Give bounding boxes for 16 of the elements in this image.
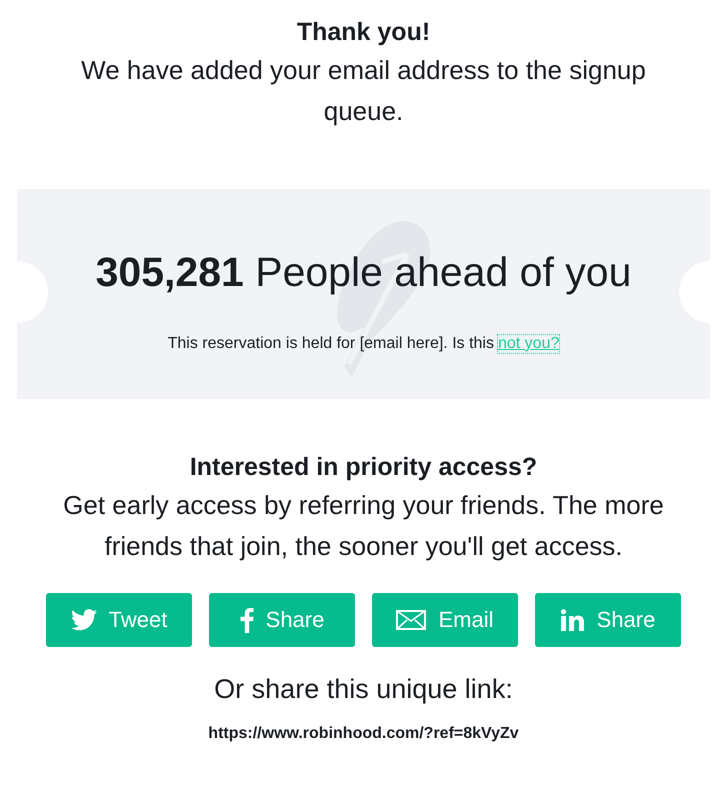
email-button[interactable]: Email bbox=[372, 593, 518, 647]
priority-title: Interested in priority access? bbox=[190, 452, 538, 483]
share-link-label: Or share this unique link: bbox=[214, 673, 513, 706]
confirmation-message: We have added your email address to the signup queue. bbox=[80, 54, 647, 128]
linkedin-icon bbox=[560, 609, 585, 631]
reservation-text: This reservation is held for [email here]. Is this bbox=[168, 335, 494, 353]
facebook-icon bbox=[240, 607, 254, 633]
envelope-icon bbox=[396, 610, 426, 630]
not-you-link[interactable]: not you? bbox=[498, 335, 560, 353]
share-button[interactable]: Tweet bbox=[46, 593, 192, 647]
bird-icon bbox=[70, 609, 97, 631]
queue-heading: 305,281 People ahead of you bbox=[96, 248, 632, 297]
share-button[interactable]: Share bbox=[535, 593, 681, 647]
share-button[interactable]: Share bbox=[209, 593, 355, 647]
thank-you-title: Thank you! bbox=[296, 17, 430, 48]
referral-message: Get early access by referring your friends. The more friends that join, the sooner you'll get access. bbox=[62, 489, 665, 563]
